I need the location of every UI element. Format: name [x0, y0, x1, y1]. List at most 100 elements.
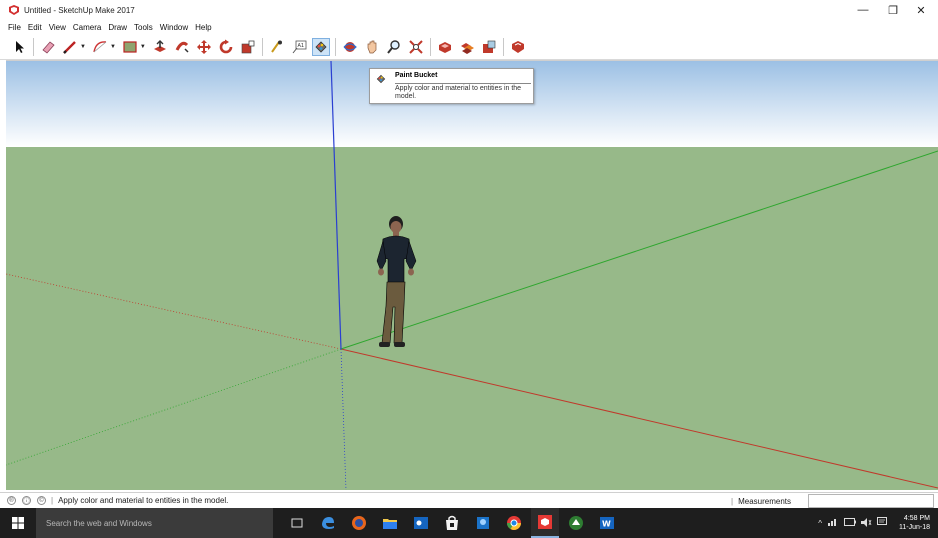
firefox-icon: [352, 516, 366, 530]
restore-button[interactable]: ❐: [878, 2, 908, 18]
sketchup-logo-icon: [9, 5, 19, 15]
task-view-button[interactable]: [283, 508, 311, 538]
green-app-icon: [569, 516, 583, 530]
extension-manager-tool-button[interactable]: [480, 38, 498, 56]
speaker-icon[interactable]: [860, 517, 872, 529]
windows-logo-icon: [12, 517, 24, 529]
taskbar-clock[interactable]: 4:58 PM 11-Jun-18: [899, 514, 930, 532]
menu-help[interactable]: Help: [195, 23, 211, 32]
taskbar-app-green[interactable]: [562, 508, 590, 538]
chevron-up-icon[interactable]: ^: [818, 519, 822, 528]
menu-tools[interactable]: Tools: [134, 23, 153, 32]
text-label-icon: A1: [292, 40, 307, 53]
blue-axis-dotted: [340, 348, 347, 490]
pan-tool-button[interactable]: [363, 38, 381, 56]
arc-tool-button[interactable]: [91, 38, 109, 56]
chrome-icon: [507, 516, 521, 530]
arrow-pointer-icon: [16, 40, 24, 53]
system-tray: ^ 4:58 PM 11-Jun-18: [818, 508, 930, 538]
credits-icon[interactable]: ⓘ: [22, 496, 31, 505]
measurements-input[interactable]: [808, 494, 934, 508]
rotate-tool-button[interactable]: [217, 38, 235, 56]
zoom-extents-tool-button[interactable]: [407, 38, 425, 56]
menu-file[interactable]: File: [8, 23, 21, 32]
measurements-divider: |: [731, 496, 734, 506]
toolbar-separator: [334, 37, 336, 56]
scale-tool-button[interactable]: [239, 38, 257, 56]
battery-icon[interactable]: [843, 518, 856, 528]
folder-icon: [383, 519, 397, 529]
blue-axis-line: [330, 61, 342, 350]
tooltip-body: Apply color and material to entities in …: [395, 85, 522, 100]
clock-date: 11-Jun-18: [898, 524, 930, 531]
clock-time: 4:58 PM: [903, 515, 930, 522]
taskbar-file-explorer[interactable]: [376, 508, 404, 538]
geolocation-icon[interactable]: ®: [7, 496, 16, 505]
menu-camera[interactable]: Camera: [73, 23, 101, 32]
svg-text:A1: A1: [297, 43, 304, 49]
svg-text:W: W: [602, 520, 611, 529]
arc-icon: [93, 40, 107, 52]
components-icon: [460, 42, 474, 54]
warehouse-tool-button[interactable]: [436, 38, 454, 56]
taskbar-store[interactable]: [438, 508, 466, 538]
extension-warehouse-tool-button[interactable]: [509, 38, 527, 56]
green-axis-dotted: [6, 348, 342, 466]
network-icon[interactable]: [827, 518, 839, 528]
menu-view[interactable]: View: [49, 23, 66, 32]
menu-window[interactable]: Window: [160, 23, 188, 32]
push-pull-icon: [153, 39, 166, 52]
taskbar-word[interactable]: W: [593, 508, 621, 538]
text-tool-button[interactable]: A1: [290, 38, 308, 56]
minimize-button[interactable]: —: [848, 2, 878, 18]
paint-bucket-tool-button[interactable]: [311, 37, 330, 56]
shape-dropdown-icon[interactable]: ▼: [140, 44, 146, 50]
outlook-icon: [414, 517, 428, 529]
menu-draw[interactable]: Draw: [108, 23, 127, 32]
tape-measure-tool-button[interactable]: [268, 38, 286, 56]
follow-me-tool-button[interactable]: [173, 38, 191, 56]
sketchup-icon: [538, 515, 552, 529]
taskbar-firefox[interactable]: [345, 508, 373, 538]
zoom-tool-button[interactable]: [385, 38, 403, 56]
eraser-tool-button[interactable]: [39, 38, 57, 56]
scale-figure-person[interactable]: [376, 216, 417, 347]
paint-bucket-icon: [376, 74, 386, 84]
eraser-icon: [42, 40, 55, 54]
line-tool-button[interactable]: [61, 38, 79, 56]
user-icon[interactable]: ©: [37, 496, 46, 505]
paint-bucket-icon: [315, 40, 327, 53]
line-dropdown-icon[interactable]: ▼: [80, 44, 86, 50]
3d-warehouse-icon: [438, 41, 451, 53]
menu-edit[interactable]: Edit: [28, 23, 42, 32]
select-tool-button[interactable]: [10, 38, 28, 56]
green-axis-line: [340, 150, 938, 350]
taskbar-edge[interactable]: [314, 508, 342, 538]
tooltip-title: Paint Bucket: [395, 72, 438, 79]
measurements-label-text: Measurements: [738, 496, 791, 506]
extension-manager-icon: [482, 40, 496, 53]
move-tool-button[interactable]: [195, 38, 213, 56]
taskbar-search[interactable]: Search the web and Windows: [36, 508, 273, 538]
taskbar-sketchup[interactable]: [531, 508, 559, 538]
start-button[interactable]: [0, 508, 36, 538]
taskbar-app-blue[interactable]: [469, 508, 497, 538]
arc-dropdown-icon[interactable]: ▼: [110, 44, 116, 50]
sketchup-window: Untitled - SketchUp Make 2017 — ❐ ✕ File…: [0, 0, 938, 538]
zoom-extents-icon: [409, 39, 423, 54]
action-center-icon[interactable]: [876, 517, 887, 529]
shape-tool-button[interactable]: [121, 38, 139, 56]
taskbar-chrome[interactable]: [500, 508, 528, 538]
push-pull-tool-button[interactable]: [151, 38, 169, 56]
orbit-tool-button[interactable]: [341, 38, 359, 56]
task-view-icon: [291, 518, 303, 528]
components-tool-button[interactable]: [458, 38, 476, 56]
word-icon: W: [600, 517, 614, 529]
modeling-viewport[interactable]: [6, 60, 938, 490]
measurements-label: | Measurements: [731, 493, 791, 509]
taskbar-outlook[interactable]: [407, 508, 435, 538]
store-bag-icon: [446, 515, 458, 530]
close-button[interactable]: ✕: [906, 2, 936, 18]
rotate-icon: [219, 39, 233, 53]
photos-icon: [477, 517, 489, 529]
